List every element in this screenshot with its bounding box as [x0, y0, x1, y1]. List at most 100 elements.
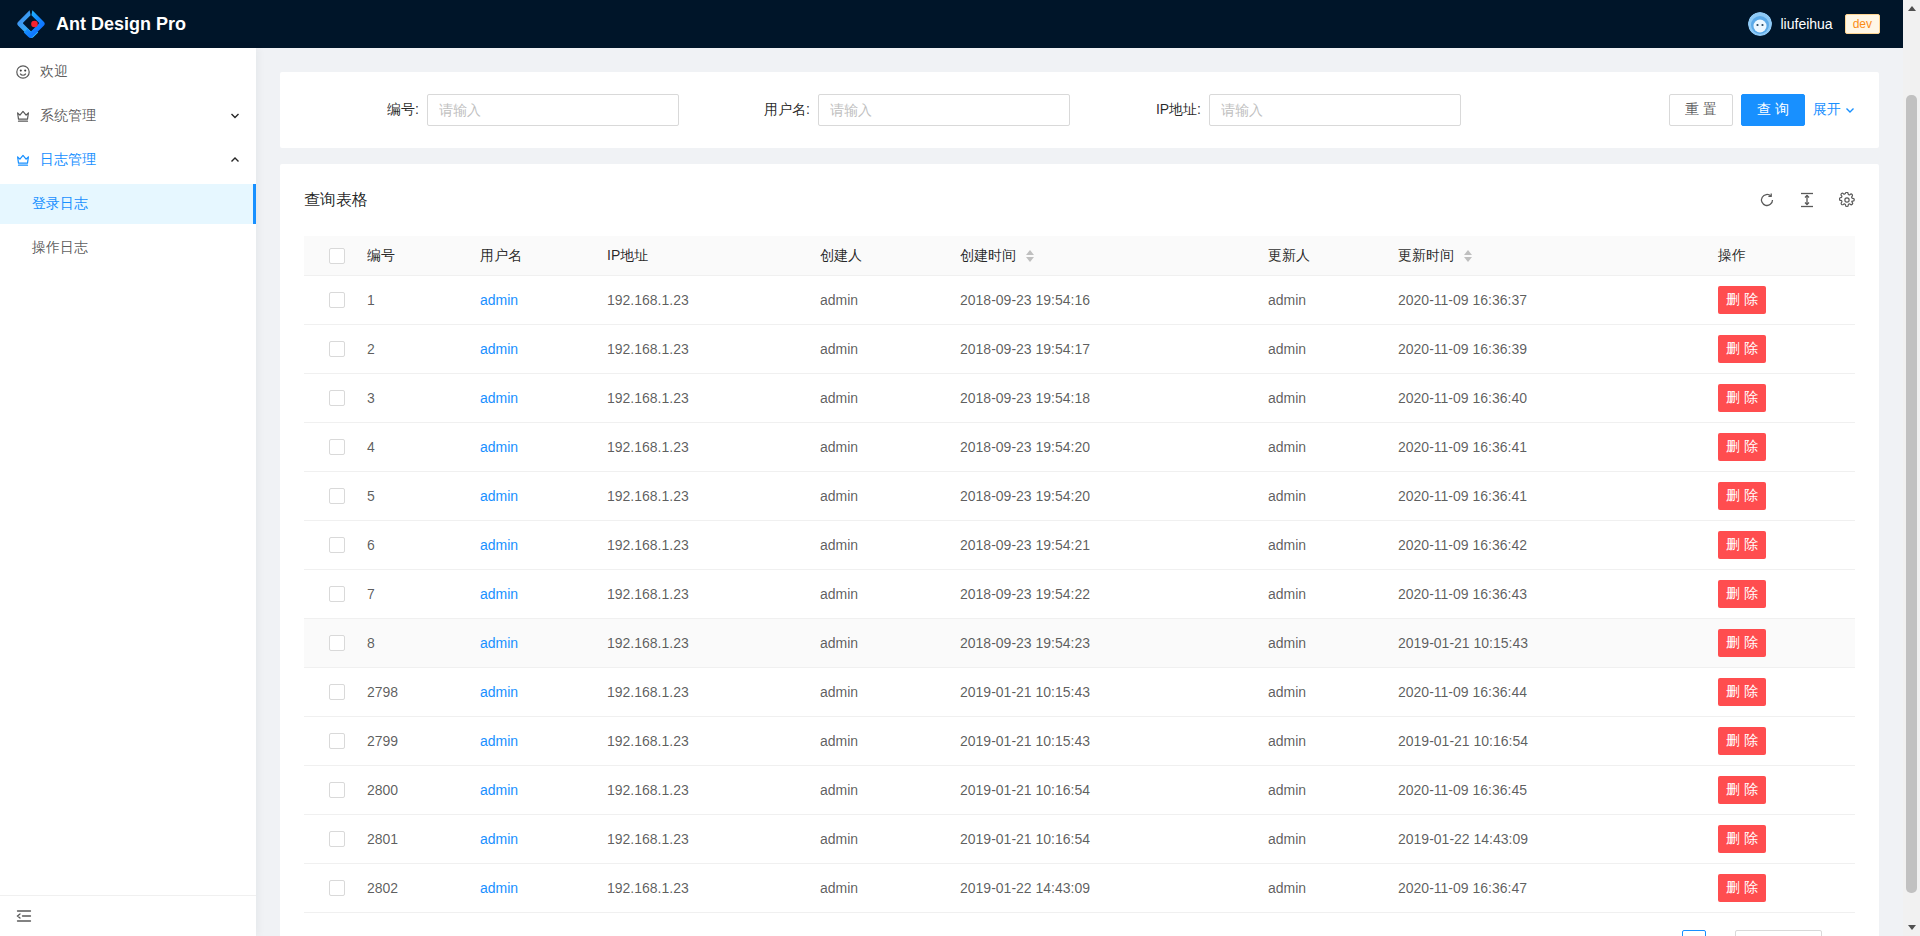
reset-button[interactable]: 重 置: [1669, 94, 1733, 126]
column-height-icon[interactable]: [1799, 192, 1815, 208]
cell-create-time: 2019-01-21 10:16:54: [944, 766, 1252, 814]
cell-ip: 192.168.1.23: [591, 864, 804, 912]
main-content: 编号: 用户名: IP地址: 重 置 查 询 展开: [256, 48, 1903, 936]
cell-create-time: 2019-01-21 10:15:43: [944, 668, 1252, 716]
query-button[interactable]: 查 询: [1741, 94, 1805, 126]
username-link[interactable]: admin: [480, 537, 518, 553]
sidebar-item-label: 登录日志: [32, 195, 88, 213]
username-link[interactable]: admin: [480, 292, 518, 308]
gear-icon[interactable]: [1839, 192, 1855, 208]
cell-updater: admin: [1252, 276, 1382, 324]
row-checkbox[interactable]: [329, 880, 345, 896]
select-all-checkbox[interactable]: [329, 248, 345, 264]
username-link[interactable]: admin: [480, 341, 518, 357]
table-row: 3 admin 192.168.1.23 admin 2018-09-23 19…: [304, 374, 1855, 423]
sidebar-menu: 欢迎 系统管理 日志管理: [0, 52, 256, 268]
sidebar: 欢迎 系统管理 日志管理: [0, 48, 256, 936]
sorter-icon[interactable]: [1026, 250, 1034, 262]
scroll-down-button[interactable]: [1903, 919, 1920, 936]
row-checkbox[interactable]: [329, 292, 345, 308]
row-checkbox[interactable]: [329, 488, 345, 504]
scroll-up-button[interactable]: [1903, 0, 1920, 17]
col-header-create-time[interactable]: 创建时间: [944, 236, 1252, 275]
table-row: 2 admin 192.168.1.23 admin 2018-09-23 19…: [304, 325, 1855, 374]
username-link[interactable]: admin: [480, 635, 518, 651]
row-checkbox[interactable]: [329, 341, 345, 357]
sidebar-item-login-log[interactable]: 登录日志: [0, 184, 256, 224]
row-checkbox[interactable]: [329, 684, 345, 700]
username-link[interactable]: admin: [480, 439, 518, 455]
cell-create-time: 2019-01-22 14:43:09: [944, 864, 1252, 912]
username-link[interactable]: admin: [480, 586, 518, 602]
ip-field[interactable]: [1209, 94, 1461, 126]
col-header-update-time[interactable]: 更新时间: [1382, 236, 1702, 275]
cell-ip: 192.168.1.23: [591, 619, 804, 667]
cell-update-time: 2020-11-09 16:36:37: [1382, 276, 1702, 324]
delete-button[interactable]: 删 除: [1718, 776, 1766, 804]
page-size-select[interactable]: [1735, 930, 1822, 936]
row-checkbox[interactable]: [329, 439, 345, 455]
delete-button[interactable]: 删 除: [1718, 286, 1766, 314]
row-checkbox[interactable]: [329, 635, 345, 651]
col-header-ip: IP地址: [591, 236, 804, 275]
row-checkbox[interactable]: [329, 733, 345, 749]
menu-fold-icon[interactable]: [16, 908, 32, 924]
username-field[interactable]: [818, 94, 1070, 126]
row-checkbox[interactable]: [329, 390, 345, 406]
table-title: 查询表格: [304, 190, 368, 211]
cell-update-time: 2020-11-09 16:36:42: [1382, 521, 1702, 569]
chevron-up-icon: [230, 155, 240, 165]
cell-creator: admin: [804, 619, 944, 667]
expand-link[interactable]: 展开: [1813, 101, 1855, 119]
sidebar-item-op-log[interactable]: 操作日志: [0, 228, 256, 268]
username-link[interactable]: admin: [480, 782, 518, 798]
sorter-icon[interactable]: [1464, 250, 1472, 262]
cell-ip: 192.168.1.23: [591, 423, 804, 471]
username-link[interactable]: admin: [480, 831, 518, 847]
env-tag: dev: [1845, 14, 1880, 34]
table-row: 1 admin 192.168.1.23 admin 2018-09-23 19…: [304, 276, 1855, 325]
cell-updater: admin: [1252, 815, 1382, 863]
delete-button[interactable]: 删 除: [1718, 580, 1766, 608]
delete-button[interactable]: 删 除: [1718, 874, 1766, 902]
delete-button[interactable]: 删 除: [1718, 433, 1766, 461]
cell-id: 2799: [351, 717, 464, 765]
row-checkbox[interactable]: [329, 782, 345, 798]
sidebar-item-system[interactable]: 系统管理: [0, 96, 256, 136]
field-label: 用户名:: [695, 101, 810, 119]
cell-create-time: 2019-01-21 10:16:54: [944, 815, 1252, 863]
delete-button[interactable]: 删 除: [1718, 825, 1766, 853]
delete-button[interactable]: 删 除: [1718, 335, 1766, 363]
username-link[interactable]: admin: [480, 880, 518, 896]
cell-id: 6: [351, 521, 464, 569]
avatar[interactable]: [1748, 12, 1772, 36]
delete-button[interactable]: 删 除: [1718, 384, 1766, 412]
pagination-page-1[interactable]: [1682, 930, 1706, 936]
user-name[interactable]: liufeihua: [1780, 16, 1832, 32]
row-checkbox[interactable]: [329, 537, 345, 553]
sidebar-item-welcome[interactable]: 欢迎: [0, 52, 256, 92]
username-link[interactable]: admin: [480, 488, 518, 504]
username-link[interactable]: admin: [480, 390, 518, 406]
delete-button[interactable]: 删 除: [1718, 629, 1766, 657]
delete-button[interactable]: 删 除: [1718, 482, 1766, 510]
cell-create-time: 2019-01-21 10:15:43: [944, 717, 1252, 765]
sidebar-item-log[interactable]: 日志管理: [0, 140, 256, 180]
crown-icon: [16, 153, 30, 167]
username-link[interactable]: admin: [480, 733, 518, 749]
row-checkbox[interactable]: [329, 586, 345, 602]
scrollbar-thumb[interactable]: [1906, 95, 1917, 893]
field-label: IP地址:: [1086, 101, 1201, 119]
table-header: 编号 用户名 IP地址 创建人 创建时间 更新人 更新时间: [304, 236, 1855, 276]
table-body: 1 admin 192.168.1.23 admin 2018-09-23 19…: [304, 276, 1855, 913]
delete-button[interactable]: 删 除: [1718, 531, 1766, 559]
username-link[interactable]: admin: [480, 684, 518, 700]
id-field[interactable]: [427, 94, 679, 126]
reload-icon[interactable]: [1759, 192, 1775, 208]
cell-create-time: 2018-09-23 19:54:20: [944, 423, 1252, 471]
delete-button[interactable]: 删 除: [1718, 727, 1766, 755]
delete-button[interactable]: 删 除: [1718, 678, 1766, 706]
cell-updater: admin: [1252, 717, 1382, 765]
col-header-username: 用户名: [464, 236, 591, 275]
row-checkbox[interactable]: [329, 831, 345, 847]
